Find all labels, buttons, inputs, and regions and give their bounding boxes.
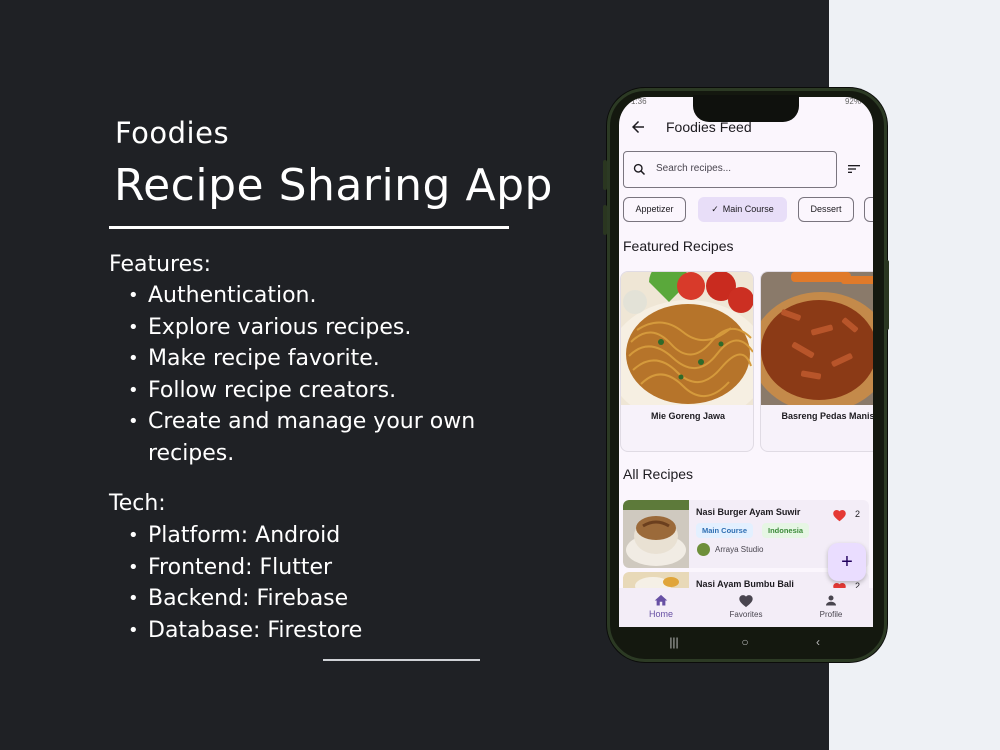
volume-button	[603, 160, 607, 190]
search-icon	[633, 163, 646, 176]
tech-item: Backend: Firebase	[128, 583, 548, 615]
nav-label: Profile	[819, 610, 843, 619]
featured-card-title: Basreng Pedas Manis	[781, 411, 873, 421]
add-recipe-button[interactable]: +	[828, 543, 866, 581]
tech-item: Frontend: Flutter	[128, 552, 548, 584]
course-badge: Main Course	[696, 523, 754, 538]
features-title: Features:	[109, 252, 212, 277]
heart-icon[interactable]	[832, 508, 847, 522]
recipe-title: Nasi Burger Ayam Suwir	[696, 507, 801, 517]
featured-title: Featured Recipes	[623, 238, 734, 254]
home-icon	[654, 594, 668, 606]
chip-more[interactable]	[864, 197, 873, 222]
nav-profile[interactable]: Profile	[789, 588, 873, 627]
power-button	[885, 260, 889, 330]
chip-label: Appetizer	[635, 204, 674, 214]
check-icon: ✓	[711, 204, 719, 214]
feature-item: Make recipe favorite.	[128, 343, 548, 375]
search-placeholder: Search recipes...	[656, 163, 732, 174]
status-battery: 92%	[844, 97, 861, 106]
bottom-navigation: Home Favorites Profile	[619, 588, 873, 627]
chip-appetizer[interactable]: Appetizer	[623, 197, 686, 222]
tech-item: Database: Firestore	[128, 615, 548, 647]
featured-card[interactable]: Basreng Pedas Manis	[760, 271, 873, 452]
volume-button	[603, 205, 607, 235]
divider-top	[109, 226, 509, 229]
nav-favorites[interactable]: Favorites	[704, 588, 788, 627]
status-time: 1:36	[631, 97, 647, 106]
chip-label: Dessert	[810, 204, 842, 214]
author-name: Arraya Studio	[715, 545, 764, 554]
avatar	[697, 543, 710, 556]
feature-item: Explore various recipes.	[128, 312, 548, 344]
featured-card-title: Mie Goreng Jawa	[650, 411, 726, 421]
home-button-icon[interactable]: ○	[738, 635, 752, 649]
all-recipes-title: All Recipes	[623, 466, 694, 482]
system-navigation-bar: ||| ○ ‹	[619, 627, 873, 657]
recents-icon[interactable]: |||	[667, 635, 681, 649]
nav-label: Favorites	[729, 610, 763, 619]
arrow-left-icon[interactable]	[629, 118, 647, 136]
tech-list: Platform: Android Frontend: Flutter Back…	[128, 520, 548, 646]
features-list: Authentication. Explore various recipes.…	[128, 280, 548, 469]
favorite-count: 2	[855, 509, 861, 519]
sort-icon[interactable]	[846, 161, 862, 177]
country-badge: Indonesia	[762, 523, 810, 538]
back-nav-icon[interactable]: ‹	[811, 635, 825, 649]
search-input[interactable]: Search recipes...	[623, 151, 837, 188]
heart-icon	[739, 595, 753, 608]
chip-dessert[interactable]: Dessert	[798, 197, 854, 222]
headline: Recipe Sharing App	[114, 160, 553, 211]
feature-item: Follow recipe creators.	[128, 375, 548, 407]
camera-notch	[693, 95, 799, 122]
category-chips: Appetizer ✓ Main Course Dessert	[623, 197, 873, 223]
nav-label: Home	[648, 609, 673, 619]
brand-name: Foodies	[115, 116, 230, 150]
recipe-image	[623, 500, 689, 568]
recipe-image	[761, 272, 873, 405]
person-icon	[826, 595, 836, 606]
divider-bottom	[323, 659, 480, 661]
recipe-image	[621, 272, 753, 405]
tech-title: Tech:	[109, 491, 166, 516]
feature-item: Create and manage your own recipes.	[128, 406, 518, 469]
feature-item: Authentication.	[128, 280, 548, 312]
chip-label: Main Course	[722, 204, 774, 214]
phone-screen: 1:36 92% Foodies Feed Search recipes... …	[619, 97, 873, 627]
nav-home[interactable]: Home	[619, 588, 703, 627]
chip-main-course[interactable]: ✓ Main Course	[698, 197, 787, 222]
tech-item: Platform: Android	[128, 520, 548, 552]
featured-card[interactable]: Mie Goreng Jawa	[620, 271, 754, 452]
